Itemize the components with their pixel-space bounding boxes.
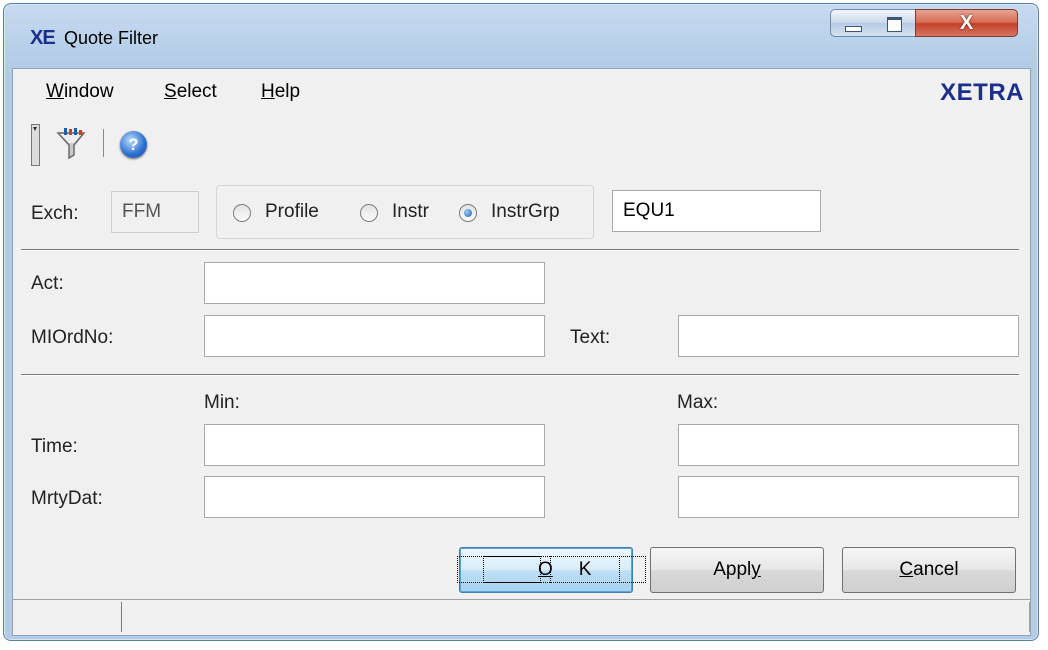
cancel-button[interactable]: Cancel [842,547,1016,593]
menu-help[interactable]: Help [261,81,300,103]
menu-window-rest: indow [63,81,114,102]
exch-field: FFM [111,191,199,233]
text-label: Text: [570,327,611,348]
status-bar [12,599,1030,636]
radio-profile-label[interactable]: Profile [265,201,319,223]
window-title: Quote Filter [64,28,159,48]
min-label: Min: [204,392,240,413]
maximize-button[interactable] [873,9,916,37]
toolbar: ? [13,117,1030,167]
menu-window-mnemonic: W [46,81,64,102]
ok-mnemonic: O [538,559,553,580]
mlordno-label: MIOrdNo: [31,327,114,348]
ok-rest: K [549,556,621,583]
title-bar[interactable]: XE Quote Filter X [4,4,1038,68]
mrtydat-max-field[interactable] [678,476,1019,518]
menu-help-mnemonic: H [261,81,275,102]
client-area: Window Select Help XETRA ? Exch: FFM Pro… [12,68,1031,636]
cancel-mnemonic: C [899,559,914,580]
max-label: Max: [677,392,719,413]
minimize-icon [845,26,862,32]
ok-button[interactable]: OK [456,547,647,593]
close-button[interactable]: X [915,9,1018,37]
radio-instrgrp[interactable] [459,204,477,222]
exch-label: Exch: [31,203,79,224]
radio-instrgrp-label[interactable]: InstrGrp [491,201,560,223]
act-label: Act: [31,273,64,294]
radio-profile[interactable] [233,204,251,222]
apply-button[interactable]: Apply [650,547,824,593]
menu-window[interactable]: Window [46,81,114,103]
toolbar-separator [103,129,104,157]
brand-logo: XETRA [940,79,1024,106]
instr-group-field[interactable]: EQU1 [612,190,821,232]
mrtydat-min-field[interactable] [204,476,545,518]
radio-instr-label[interactable]: Instr [392,201,429,223]
toolbar-grip[interactable] [31,124,40,166]
maximize-icon [887,17,902,32]
time-label: Time: [31,436,78,457]
separator-1 [21,249,1019,250]
cancel-rest: ancel [913,559,959,580]
close-icon: X [959,12,974,34]
help-icon[interactable]: ? [120,131,147,158]
time-min-field[interactable] [204,424,545,466]
status-cell-2 [121,602,1030,632]
status-cell-1 [12,602,122,632]
minimize-button[interactable] [830,9,874,37]
window-frame: XE Quote Filter X Window Select Help XET… [3,3,1039,641]
menu-select[interactable]: Select [164,81,217,103]
text-field[interactable] [678,315,1019,357]
filter-icon[interactable] [55,128,89,160]
apply-mnemonic: y [751,559,761,580]
ok-button-label: OK [456,556,647,583]
mrtydat-label: MrtyDat: [31,488,103,509]
menu-select-mnemonic: S [164,81,177,102]
type-radio-group: Profile Instr InstrGrp [216,185,594,239]
app-logo: XE [30,27,56,49]
act-field[interactable] [204,262,545,304]
apply-pre: Appl [713,559,752,580]
separator-2 [21,374,1019,375]
menu-select-rest: elect [176,81,217,102]
menu-help-rest: elp [274,81,301,102]
menu-bar: Window Select Help XETRA [13,69,1030,113]
ok-pre [483,556,541,583]
time-max-field[interactable] [678,424,1019,466]
radio-instr[interactable] [360,204,378,222]
mlordno-field[interactable] [204,315,545,357]
